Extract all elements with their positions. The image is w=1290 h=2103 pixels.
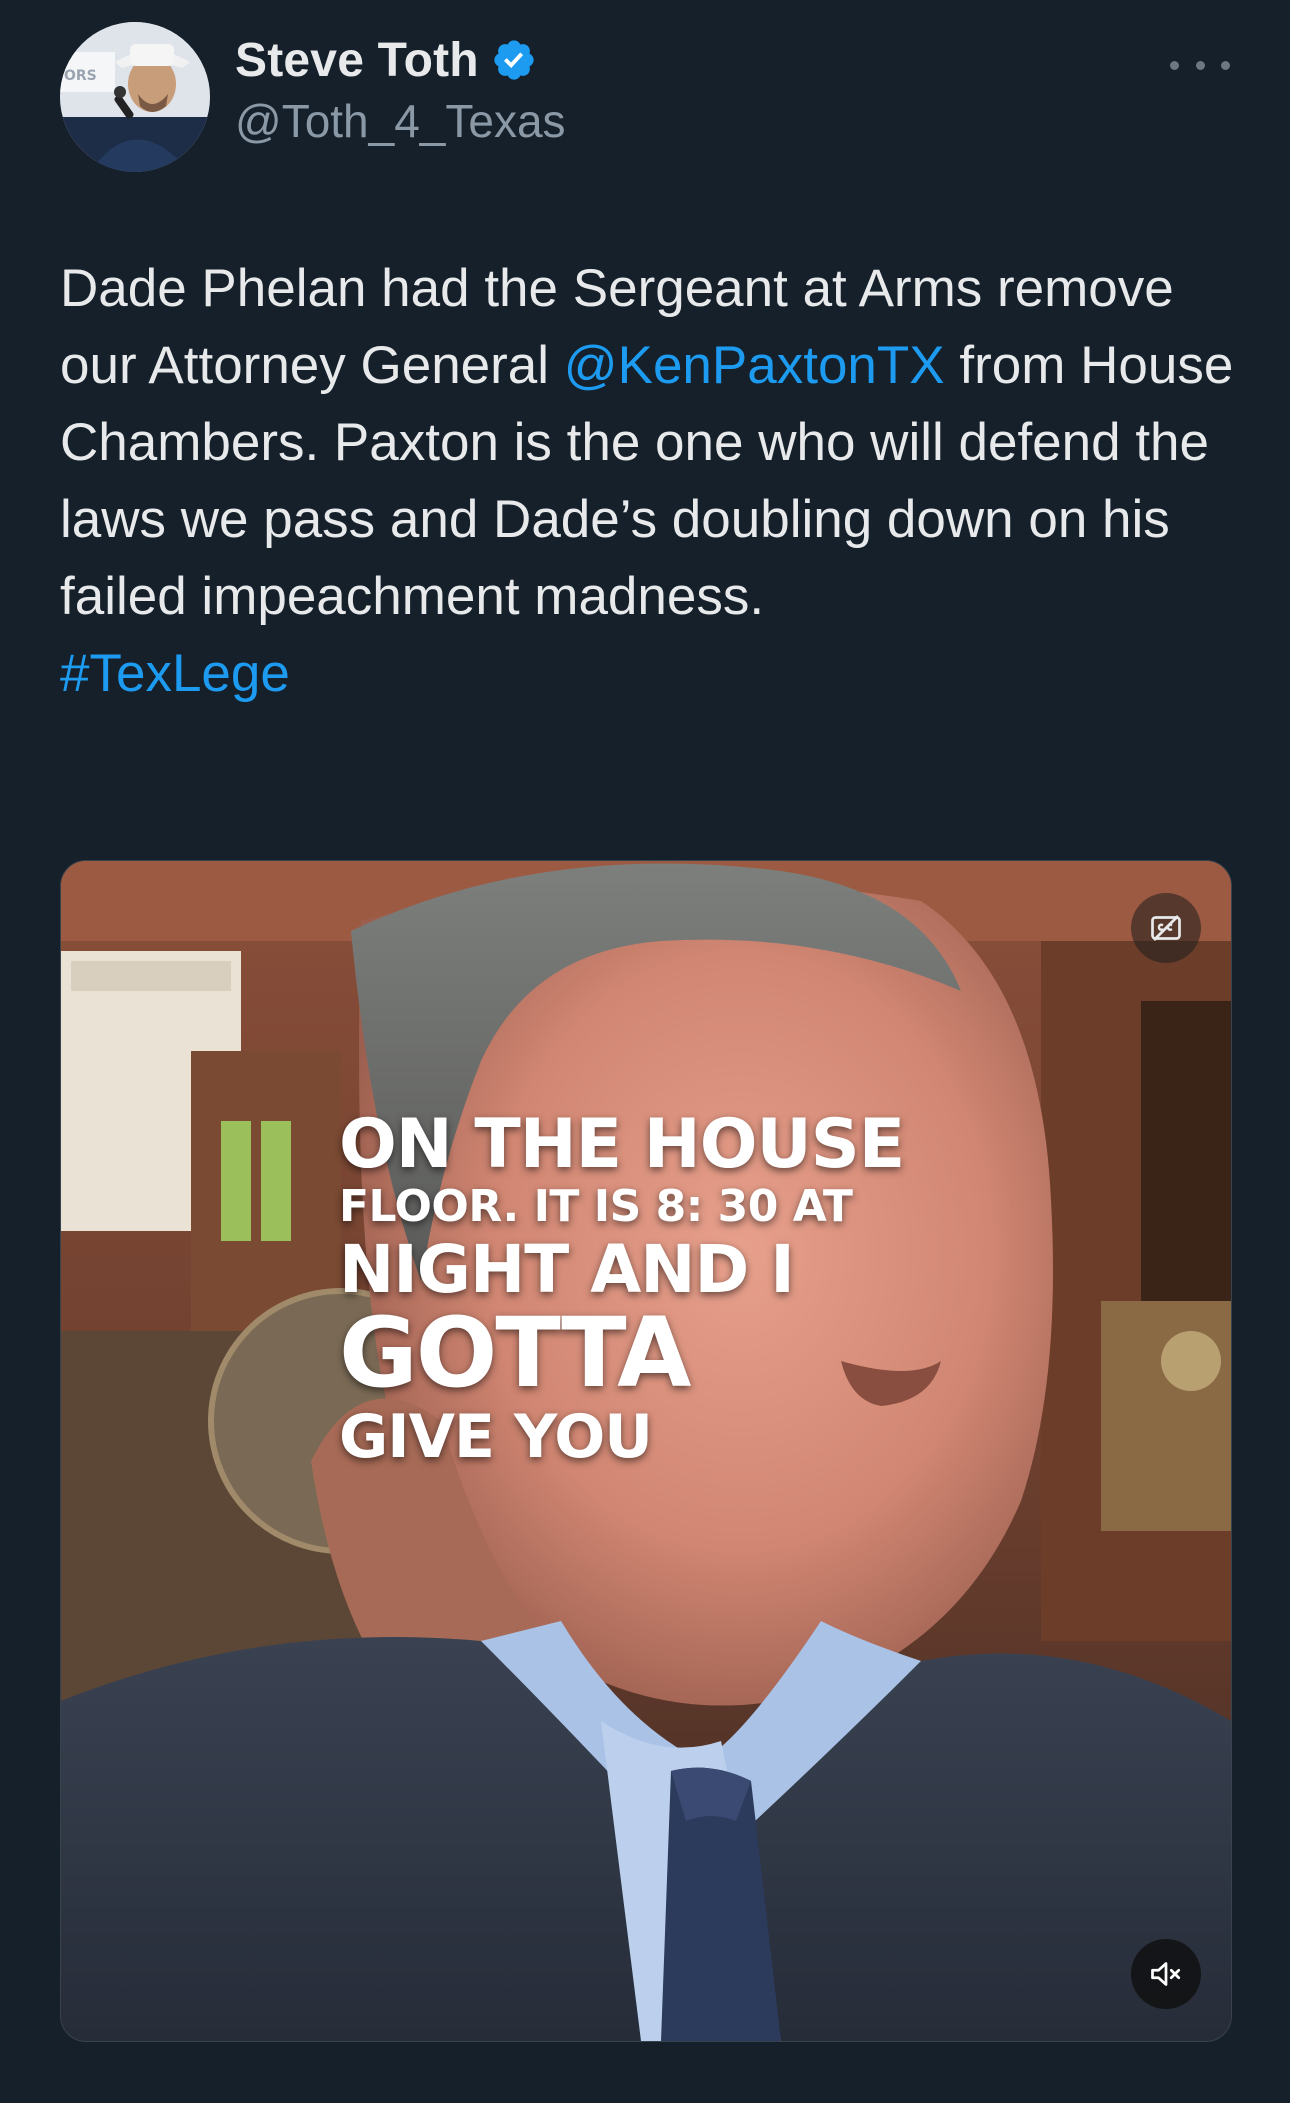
svg-text:ORS: ORS bbox=[64, 68, 97, 84]
video-caption: ON THE HOUSE FLOOR. IT IS 8: 30 AT NIGHT… bbox=[339, 1105, 905, 1472]
caption-line: ON THE HOUSE bbox=[339, 1105, 905, 1184]
tweet-header: ORS Steve Toth @Toth_4_Texas bbox=[60, 22, 1230, 172]
caption-line: GOTTA bbox=[339, 1297, 691, 1409]
name-block: Steve Toth @Toth_4_Texas bbox=[235, 30, 566, 148]
speaker-muted-icon bbox=[1151, 1962, 1181, 1986]
profile-avatar: ORS bbox=[60, 22, 210, 172]
caption-line: NIGHT AND I bbox=[339, 1231, 795, 1308]
video-player[interactable]: ON THE HOUSE FLOOR. IT IS 8: 30 AT NIGHT… bbox=[60, 860, 1232, 2042]
mention-link[interactable]: @KenPaxtonTX bbox=[564, 336, 945, 395]
more-dot bbox=[1221, 60, 1230, 70]
verified-badge-icon bbox=[491, 37, 537, 83]
more-options-icon[interactable] bbox=[1170, 50, 1230, 80]
caption-line: FLOOR. IT IS 8: 30 AT bbox=[339, 1181, 853, 1232]
mute-button[interactable] bbox=[1131, 1939, 1201, 2009]
more-dot bbox=[1170, 60, 1179, 70]
name-row: Steve Toth bbox=[235, 30, 566, 90]
hashtag-link[interactable]: #TexLege bbox=[60, 644, 290, 703]
display-name[interactable]: Steve Toth bbox=[235, 33, 479, 88]
tweet-text: Dade Phelan had the Sergeant at Arms rem… bbox=[60, 250, 1240, 712]
more-dot bbox=[1195, 60, 1205, 70]
user-handle[interactable]: @Toth_4_Texas bbox=[235, 94, 566, 148]
closed-captions-button[interactable] bbox=[1131, 893, 1201, 963]
tweet: ORS Steve Toth @Toth_4_Texas Dade Phelan… bbox=[0, 0, 1290, 2103]
closed-captions-off-icon bbox=[1151, 915, 1181, 941]
avatar[interactable]: ORS bbox=[60, 22, 210, 172]
caption-line: GIVE YOU bbox=[339, 1402, 653, 1472]
